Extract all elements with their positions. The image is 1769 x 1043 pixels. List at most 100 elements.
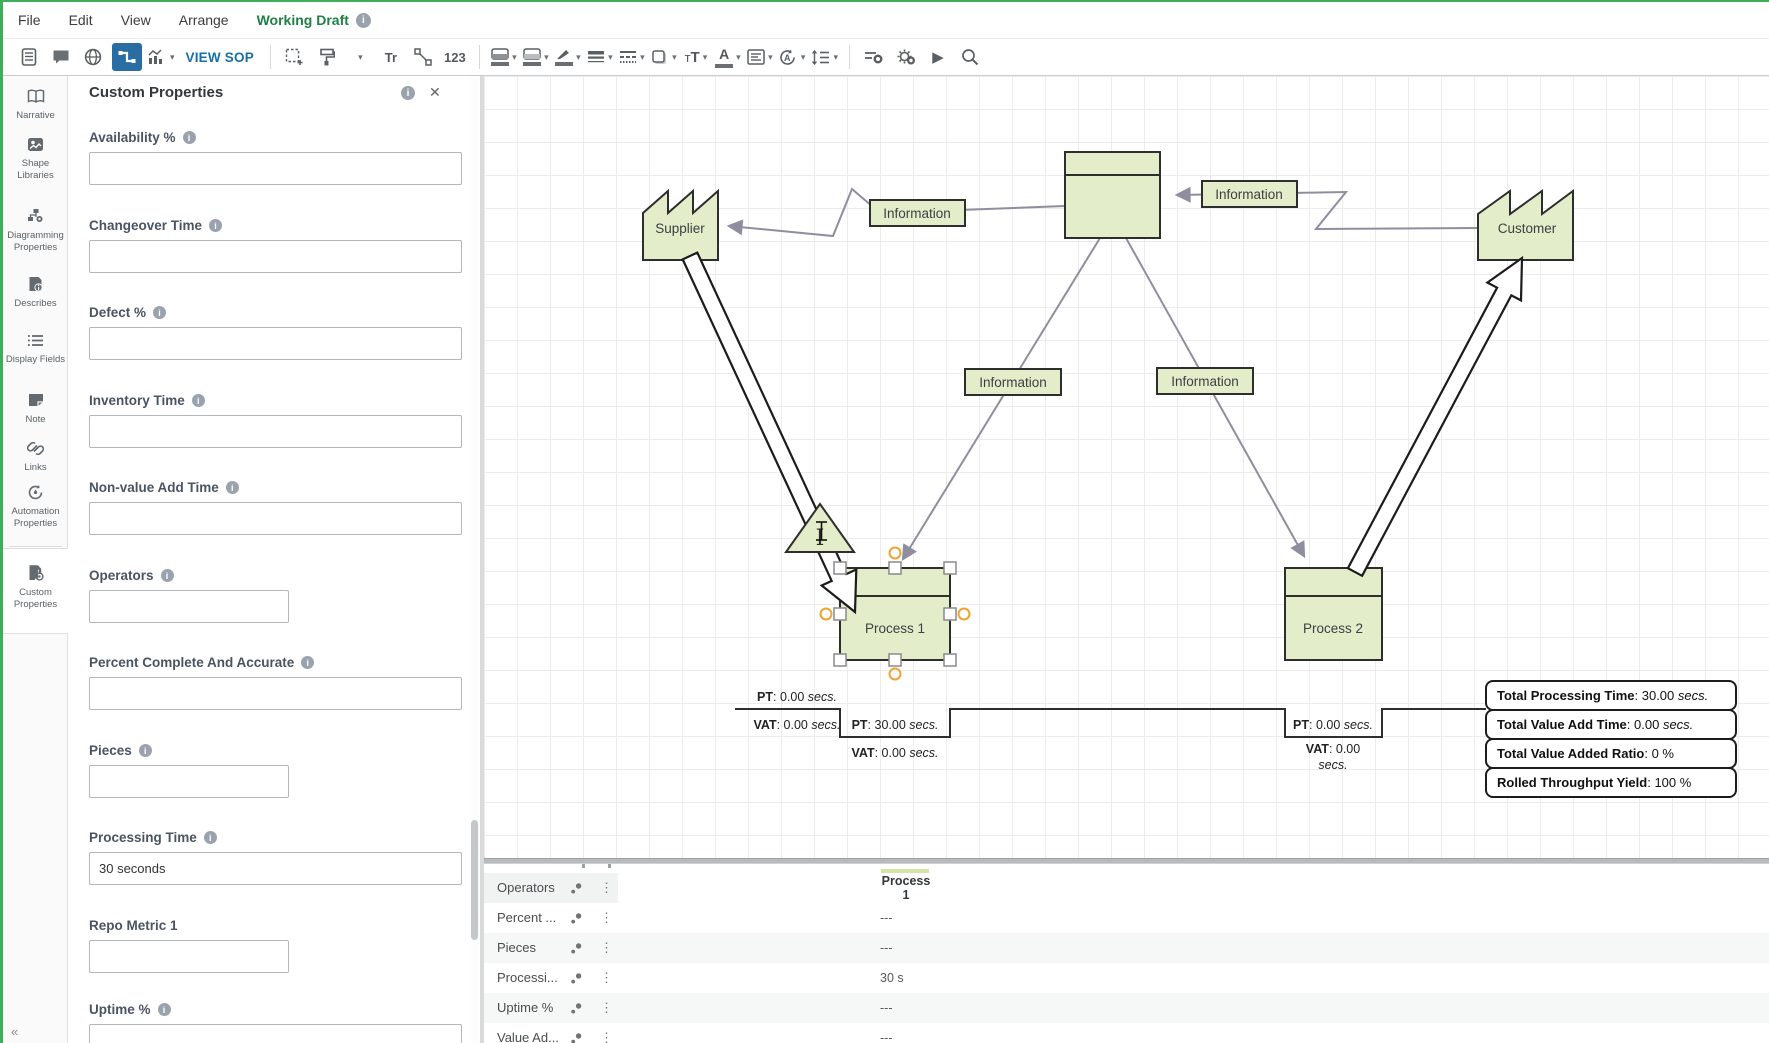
menu-edit[interactable]: Edit	[69, 12, 93, 28]
table-row-processing-time[interactable]: Processi... ⋮ 30 s	[484, 963, 1769, 993]
defect-input[interactable]	[89, 327, 462, 360]
panel-close-icon[interactable]: ✕	[429, 84, 441, 101]
line-style-icon[interactable]: ▾	[619, 43, 645, 71]
availability-input[interactable]	[89, 152, 462, 185]
shape-style-icon[interactable]: ▾	[651, 43, 677, 71]
connector-control-to-process1[interactable]	[903, 238, 1100, 559]
row-menu-icon[interactable]: ⋮	[600, 993, 613, 1023]
info-icon[interactable]: i	[192, 394, 205, 407]
node-connection-icon[interactable]	[410, 43, 436, 71]
format-painter-icon[interactable]	[314, 43, 340, 71]
line-color-icon[interactable]: ▾	[555, 43, 581, 71]
sidebar-item-links[interactable]: Links	[3, 438, 68, 474]
data-link-icon[interactable]	[570, 942, 583, 960]
info-icon[interactable]: i	[226, 481, 239, 494]
sidebar-item-describes[interactable]: Describes	[3, 274, 68, 310]
information-label-1[interactable]: Information	[870, 200, 965, 226]
line-spacing-icon[interactable]: ▾	[811, 43, 838, 71]
data-link-icon[interactable]	[570, 1032, 583, 1043]
info-icon[interactable]: i	[158, 1003, 171, 1016]
info-icon[interactable]: i	[301, 656, 314, 669]
working-draft-menu[interactable]: Working Draft i	[257, 12, 371, 28]
sidebar-item-automation-properties[interactable]: Automation Properties	[3, 482, 68, 530]
sop-steps-icon[interactable]	[861, 43, 887, 71]
automation-gear-icon[interactable]	[893, 43, 919, 71]
production-control-shape[interactable]	[1065, 152, 1160, 238]
menu-file[interactable]: File	[18, 12, 41, 28]
multi-select-icon[interactable]	[282, 43, 308, 71]
info-icon[interactable]: i	[161, 569, 174, 582]
rotate-text-icon[interactable]: A▾	[779, 43, 806, 71]
panel-scrollbar-thumb[interactable]	[471, 820, 478, 940]
panel-info-icon[interactable]: i	[401, 86, 415, 100]
information-label-4[interactable]: Information	[1157, 368, 1253, 394]
table-row-uptime[interactable]: Uptime % ⋮ ---	[484, 993, 1769, 1023]
text-style-icon[interactable]: Tr	[378, 43, 404, 71]
play-icon[interactable]: ▶	[925, 43, 951, 71]
sidebar-item-shape-libraries[interactable]: Shape Libraries	[3, 134, 68, 182]
info-icon[interactable]: i	[153, 306, 166, 319]
collapse-chevron-icon[interactable]: «	[11, 1024, 18, 1039]
table-row-operators[interactable]: Operators ⋮	[484, 873, 1769, 903]
info-icon[interactable]: i	[183, 131, 196, 144]
menu-arrange[interactable]: Arrange	[179, 12, 229, 28]
text-color-icon[interactable]: A▾	[715, 43, 741, 71]
row-menu-icon[interactable]: ⋮	[600, 933, 613, 963]
globe-icon[interactable]	[80, 43, 106, 71]
row-menu-icon[interactable]: ⋮	[600, 963, 613, 993]
non-value-add-time-input[interactable]	[89, 502, 462, 535]
connector-tool-button[interactable]	[112, 43, 142, 71]
push-arrow-process2-to-customer[interactable]	[1348, 258, 1522, 576]
chart-tool-icon[interactable]: ▾	[148, 43, 175, 71]
line-width-icon[interactable]: ▾	[587, 43, 613, 71]
changeover-time-input[interactable]	[89, 240, 462, 273]
information-label-2[interactable]: Information	[1202, 181, 1297, 207]
sidebar-item-display-fields[interactable]: Display Fields	[3, 330, 68, 366]
push-arrow-supplier-to-process1[interactable]	[683, 253, 857, 612]
sidebar-item-diagramming-properties[interactable]: Diagramming Properties	[3, 206, 68, 254]
timeline-ladder[interactable]	[735, 709, 1486, 737]
numeric-fields-icon[interactable]: 123	[442, 43, 468, 71]
font-size-icon[interactable]: тT▾	[683, 43, 709, 71]
style-dropdown-caret-icon[interactable]: ▾	[346, 43, 372, 71]
info-icon[interactable]: i	[356, 13, 371, 28]
sidebar-item-narrative[interactable]: Narrative	[3, 86, 68, 122]
row-menu-icon[interactable]: ⋮	[600, 1023, 613, 1043]
panel-scrollbar[interactable]	[470, 76, 479, 1043]
pieces-input[interactable]	[89, 765, 289, 798]
view-sop-button[interactable]: VIEW SOP	[186, 50, 254, 65]
secondary-fill-icon[interactable]: ▾	[523, 43, 549, 71]
info-icon[interactable]: i	[209, 219, 222, 232]
vsm-summary-box[interactable]: Total Processing Time: 30.00 secs. Total…	[1486, 681, 1736, 797]
zoom-tool-icon[interactable]	[957, 43, 983, 71]
inventory-time-input[interactable]	[89, 415, 462, 448]
operators-input[interactable]	[89, 590, 289, 623]
sidebar-item-note[interactable]: Note	[3, 390, 68, 426]
percent-complete-input[interactable]	[89, 677, 462, 710]
table-row-pieces[interactable]: Pieces ⋮ ---	[484, 933, 1769, 963]
data-link-icon[interactable]	[570, 972, 583, 990]
information-label-3[interactable]: Information	[965, 369, 1061, 395]
table-row-value-add[interactable]: Value Ad... ⋮ ---	[484, 1023, 1769, 1043]
supplier-shape[interactable]: Supplier	[643, 191, 718, 260]
data-link-icon[interactable]	[570, 1002, 583, 1020]
process2-shape[interactable]: Process 2	[1285, 568, 1382, 660]
diagram-canvas[interactable]: Supplier Customer Process 1 Process	[484, 76, 1769, 858]
comment-icon[interactable]	[48, 43, 74, 71]
menu-view[interactable]: View	[121, 12, 151, 28]
info-icon[interactable]: i	[204, 831, 217, 844]
uptime-input[interactable]	[89, 1024, 462, 1043]
info-icon[interactable]: i	[139, 744, 152, 757]
fill-color-icon[interactable]: ▾	[491, 43, 517, 71]
sidebar-item-custom-properties[interactable]: Custom Properties	[3, 548, 68, 634]
customer-shape[interactable]: Customer	[1478, 191, 1573, 260]
inventory-triangle-shape[interactable]: I	[786, 504, 854, 552]
text-block-icon[interactable]: ▾	[747, 43, 773, 71]
connector-control-to-process2[interactable]	[1126, 238, 1304, 556]
document-icon[interactable]	[16, 43, 42, 71]
row-menu-icon[interactable]: ⋮	[600, 903, 613, 933]
repo-metric-1-input[interactable]	[89, 940, 289, 973]
data-link-icon[interactable]	[570, 882, 583, 900]
row-menu-icon[interactable]: ⋮	[600, 873, 613, 903]
processing-time-input[interactable]	[89, 852, 462, 885]
